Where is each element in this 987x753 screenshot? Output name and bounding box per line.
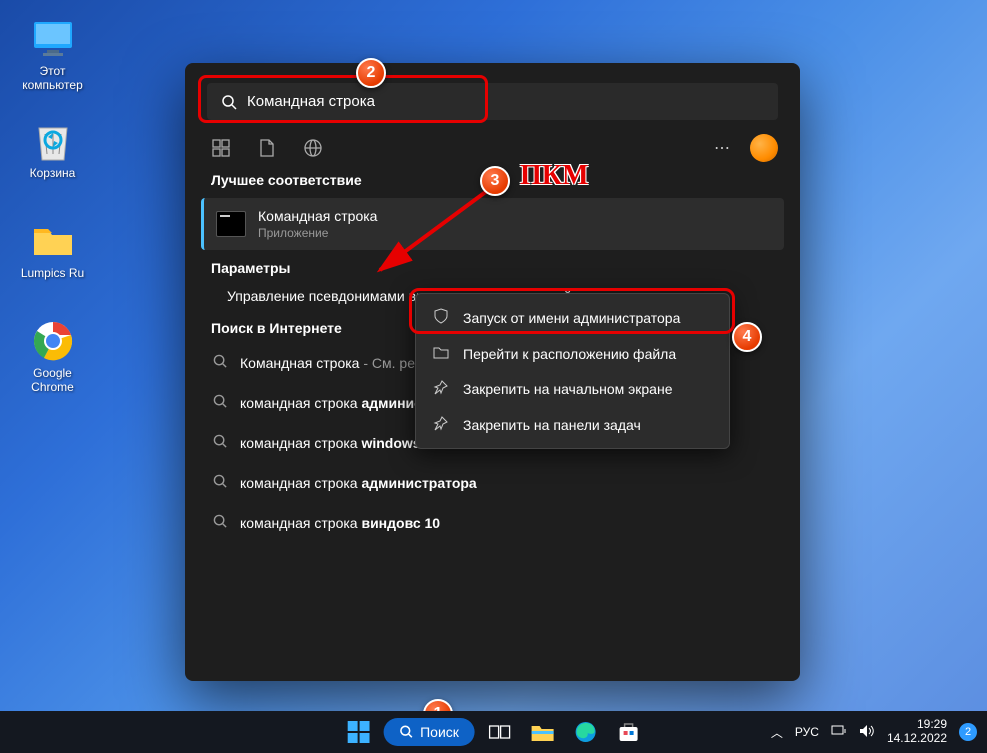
callout-2: 2 [356,58,386,88]
cmd-icon [216,211,246,237]
ctx-run-as-admin[interactable]: Запуск от имени администратора [421,299,724,336]
notification-badge[interactable]: 2 [959,723,977,741]
more-options[interactable]: ⋯ [708,134,736,162]
ctx-open-location[interactable]: Перейти к расположению файла [421,336,724,371]
folder-icon [32,220,74,262]
monitor-icon [32,18,74,60]
volume-icon[interactable] [859,724,875,741]
shield-icon [433,308,451,327]
web-result[interactable]: командная строка виндовс 10 [201,506,784,540]
search-query-text: Командная строка [247,93,375,110]
annotation-pkm-label: ПКМ [520,160,589,192]
search-icon [213,514,228,532]
callout-4: 4 [732,322,762,352]
search-icon [213,354,228,372]
taskbar: Поиск ︿ РУС 19:29 14.12.2022 2 [0,711,987,753]
network-icon[interactable] [831,724,847,741]
user-avatar[interactable] [750,134,778,162]
search-icon [221,94,237,110]
callout-3: 3 [480,166,510,196]
search-input[interactable]: Командная строка [207,83,778,120]
recycle-bin-icon [32,120,74,162]
taskbar-edge[interactable] [568,714,604,750]
desktop-icon-chrome[interactable]: Google Chrome [15,320,90,395]
desktop-icon-this-pc[interactable]: Этот компьютер [15,18,90,93]
search-tabs: ⋯ [207,134,778,162]
chrome-icon [32,320,74,362]
search-icon [213,434,228,452]
desktop-icon-folder[interactable]: Lumpics Ru [15,220,90,280]
folder-open-icon [433,345,451,362]
tab-apps[interactable] [207,134,235,162]
ctx-pin-start[interactable]: Закрепить на начальном экране [421,371,724,407]
params-heading: Параметры [211,260,774,276]
pin-icon [433,380,451,398]
context-menu: Запуск от имени администратора Перейти к… [415,293,730,449]
search-icon [213,474,228,492]
best-match-subtitle: Приложение [258,226,377,240]
pin-icon [433,416,451,434]
web-result[interactable]: командная строка администратора [201,466,784,500]
start-button[interactable] [340,714,376,750]
taskbar-search[interactable]: Поиск [383,718,475,746]
search-icon [399,725,413,739]
taskbar-store[interactable] [611,714,647,750]
taskbar-task-view[interactable] [482,714,518,750]
ctx-pin-taskbar[interactable]: Закрепить на панели задач [421,407,724,443]
tab-documents[interactable] [253,134,281,162]
tab-web[interactable] [299,134,327,162]
tray-clock[interactable]: 19:29 14.12.2022 [887,718,947,746]
desktop-icon-recycle-bin[interactable]: Корзина [15,120,90,180]
taskbar-explorer[interactable] [525,714,561,750]
search-icon [213,394,228,412]
tray-chevron-up-icon[interactable]: ︿ [771,724,783,741]
best-match-result[interactable]: Командная строка Приложение [201,198,784,250]
tray-language[interactable]: РУС [795,725,819,739]
best-match-title: Командная строка [258,208,377,224]
